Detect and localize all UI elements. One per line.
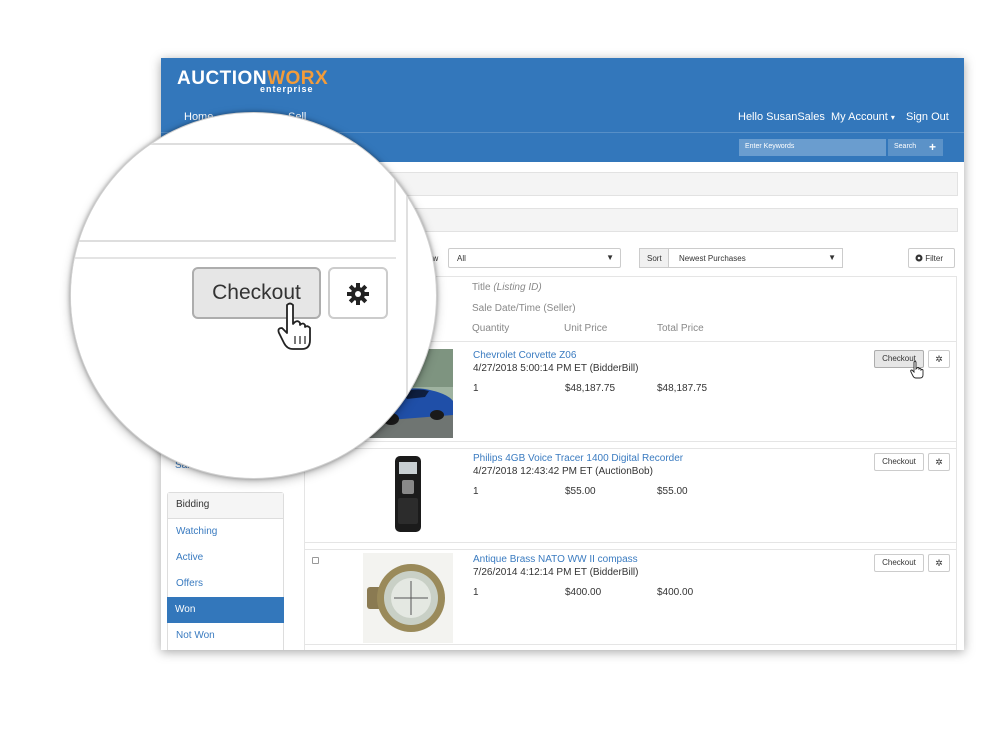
- sidebar-bidding-panel: Bidding Watching Active Offers Won Not W…: [167, 492, 284, 650]
- filter-button[interactable]: Filter: [908, 248, 955, 268]
- view-select[interactable]: All ▼: [448, 248, 621, 268]
- listing-quantity: 1: [473, 383, 479, 394]
- sort-select[interactable]: Newest Purchases ▼: [668, 248, 843, 268]
- sign-out-link[interactable]: Sign Out: [906, 111, 949, 123]
- row-options-button[interactable]: ✲: [928, 554, 950, 572]
- sidebar-item-not-won[interactable]: Not Won: [168, 623, 283, 649]
- search-input[interactable]: Enter Keywords: [739, 139, 886, 156]
- listing-title-link[interactable]: Philips 4GB Voice Tracer 1400 Digital Re…: [473, 453, 683, 464]
- listing-sale-info: 7/26/2014 4:12:14 PM ET (BidderBill): [473, 567, 639, 578]
- gear-icon: ✲: [935, 558, 943, 568]
- hand-cursor-icon: [277, 302, 311, 350]
- user-greeting: Hello SusanSales: [738, 111, 825, 123]
- brand-logo-subtitle: enterprise: [260, 84, 314, 94]
- gear-icon: ✲: [935, 354, 943, 364]
- checkout-button[interactable]: Checkout: [874, 554, 924, 572]
- listing-total-price: $400.00: [657, 587, 694, 598]
- listing-sale-info: 4/27/2018 12:43:42 PM ET (AuctionBob): [473, 466, 653, 477]
- compass-thumbnail[interactable]: [363, 553, 453, 643]
- listing-unit-price: $55.00: [565, 486, 596, 497]
- sidebar-item-active[interactable]: Active: [168, 545, 283, 571]
- listing-row: Antique Brass NATO WW II compass 7/26/20…: [304, 549, 957, 645]
- hand-cursor-icon: [910, 361, 924, 379]
- magnifier-content: Checkout: [71, 113, 436, 478]
- caret-down-icon: ▾: [890, 113, 895, 122]
- caret-down-icon: ▼: [828, 253, 836, 262]
- row-options-button[interactable]: ✲: [928, 453, 950, 471]
- my-account-menu[interactable]: My Account ▾: [831, 111, 895, 123]
- magnified-divider: [406, 113, 408, 478]
- listing-sale-info: 4/27/2018 5:00:14 PM ET (BidderBill): [473, 363, 639, 374]
- gear-icon: [347, 283, 369, 305]
- row-select-checkbox[interactable]: [312, 557, 319, 564]
- plus-icon: +: [928, 140, 936, 154]
- col-title: Title (Listing ID): [472, 282, 542, 293]
- listing-total-price: $48,187.75: [657, 383, 708, 394]
- checkout-button[interactable]: Checkout: [874, 453, 924, 471]
- row-options-button[interactable]: ✲: [928, 350, 950, 368]
- col-sale-date: Sale Date/Time (Seller): [472, 303, 576, 314]
- listing-unit-price: $48,187.75: [565, 383, 616, 394]
- sort-label: Sort: [639, 248, 669, 268]
- sidebar-item-watching[interactable]: Watching: [168, 519, 283, 545]
- magnifier-callout: Checkout: [70, 112, 437, 479]
- gear-icon: ✲: [935, 457, 943, 467]
- magnified-gear-button[interactable]: [328, 267, 388, 319]
- sidebar-section-title: Bidding: [168, 493, 283, 519]
- screenshot-stage: AUCTIONWORX enterprise Home Sell Hello S…: [0, 0, 1000, 739]
- caret-down-icon: ▼: [606, 253, 614, 262]
- listing-unit-price: $400.00: [565, 587, 602, 598]
- listing-total-price: $55.00: [657, 486, 688, 497]
- magnified-panel-top: [71, 143, 396, 242]
- col-quantity: Quantity: [472, 323, 510, 334]
- sidebar-item-won[interactable]: Won: [167, 597, 284, 623]
- listing-quantity: 1: [473, 486, 479, 497]
- circle-icon: [915, 254, 923, 262]
- sidebar-item-offers[interactable]: Offers: [168, 571, 283, 597]
- search-button[interactable]: Search +: [888, 139, 943, 156]
- listing-title-link[interactable]: Chevrolet Corvette Z06: [473, 350, 576, 361]
- col-total-price: Total Price: [657, 323, 704, 334]
- listing-title-link[interactable]: Antique Brass NATO WW II compass: [473, 554, 638, 565]
- col-unit-price: Unit Price: [564, 323, 608, 334]
- listing-quantity: 1: [473, 587, 479, 598]
